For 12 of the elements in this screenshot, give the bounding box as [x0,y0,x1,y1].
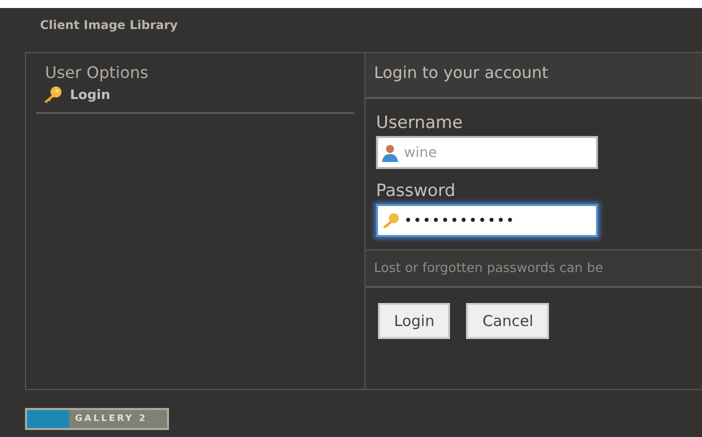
photo-placeholder [27,410,69,428]
input-field[interactable]: •••••••••••• [376,204,598,237]
site-title: Client Image Library [39,17,179,34]
field-label: Username [376,113,464,133]
sidebar-heading: User Options [44,63,150,82]
field-label: Password [376,181,456,201]
form-button[interactable]: Login [378,303,450,339]
sidebar-item[interactable]: Login [36,82,354,104]
key-icon [42,86,64,104]
form-button[interactable]: Cancel [466,303,550,339]
help-text: Lost or forgotten passwords can be [366,251,702,288]
panel-heading: Login to your account [366,53,702,99]
